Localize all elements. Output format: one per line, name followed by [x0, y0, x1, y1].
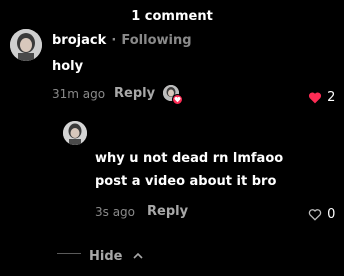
reply-time: 3s ago [95, 205, 136, 219]
reply-text: why u not dead rn lmfaoo post a video ab… [95, 151, 284, 189]
reply-reply-button[interactable]: Reply [147, 204, 188, 219]
reply-like-count: 0 [327, 207, 336, 222]
following-label: Following [121, 33, 192, 48]
comment-header: brojack · Following [52, 29, 192, 48]
heart-badge-icon [172, 94, 183, 105]
reply-avatar[interactable] [63, 121, 87, 145]
separator: · [111, 33, 117, 48]
like-count: 2 [327, 90, 336, 105]
reply-button[interactable]: Reply [114, 86, 155, 101]
divider [57, 253, 81, 254]
like-button[interactable]: 2 [308, 87, 338, 105]
heart-filled-icon [308, 92, 322, 104]
hide-replies-button[interactable]: Hide [89, 245, 143, 264]
comment-text: holy [52, 59, 84, 74]
username[interactable]: brojack [52, 33, 106, 48]
creator-liked-avatar [163, 85, 183, 105]
comments-title: 1 comment [131, 9, 213, 24]
reply-like-button[interactable]: 0 [308, 204, 338, 222]
chevron-up-icon [132, 252, 143, 259]
hide-label: Hide [89, 249, 123, 264]
avatar[interactable] [10, 29, 42, 61]
comment-time: 31m ago [52, 87, 106, 101]
heart-outline-icon [308, 209, 322, 221]
